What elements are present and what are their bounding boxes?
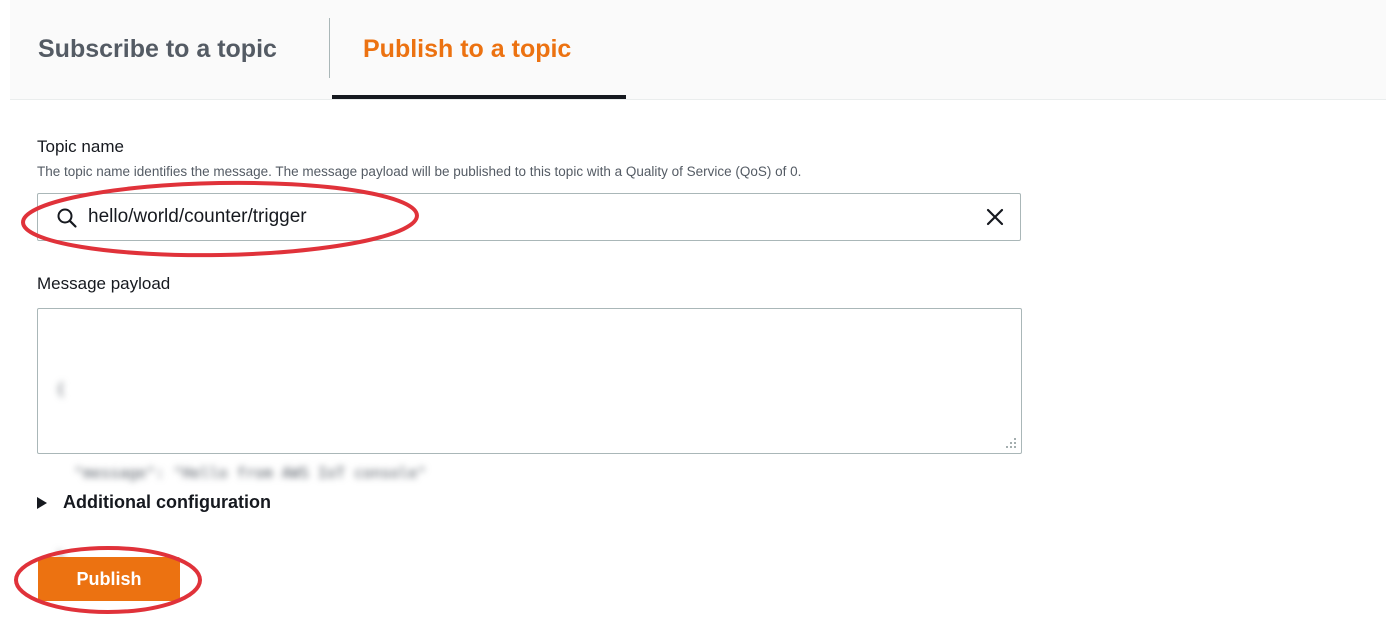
additional-configuration-label: Additional configuration	[63, 492, 271, 512]
payload-line: {	[56, 380, 66, 398]
mqtt-test-client: Subscribe to a topic Publish to a topic …	[0, 0, 1386, 619]
active-tab-indicator	[332, 95, 626, 99]
tab-divider	[329, 18, 330, 78]
tab-subscribe[interactable]: Subscribe to a topic	[38, 0, 277, 99]
message-payload-textarea[interactable]: { "message": "Hello from AWS IoT console…	[37, 308, 1022, 566]
topic-name-value[interactable]: hello/world/counter/trigger	[88, 194, 307, 240]
topic-name-input[interactable]: hello/world/counter/trigger	[37, 193, 1021, 241]
topic-name-description: The topic name identifies the message. T…	[37, 164, 802, 179]
message-payload-label: Message payload	[37, 274, 171, 293]
resize-grip-icon[interactable]	[1005, 437, 1017, 449]
topic-name-label: Topic name	[37, 137, 124, 156]
close-icon[interactable]	[984, 206, 1006, 228]
tab-publish[interactable]: Publish to a topic	[363, 0, 571, 99]
caret-right-icon	[37, 496, 47, 509]
publish-button[interactable]: Publish	[38, 557, 180, 601]
tab-bar: Subscribe to a topic Publish to a topic	[10, 0, 1386, 100]
additional-configuration-toggle[interactable]: Additional configuration	[37, 492, 271, 513]
payload-line: "message": "Hello from AWS IoT console"	[56, 464, 427, 482]
search-icon	[57, 208, 77, 228]
